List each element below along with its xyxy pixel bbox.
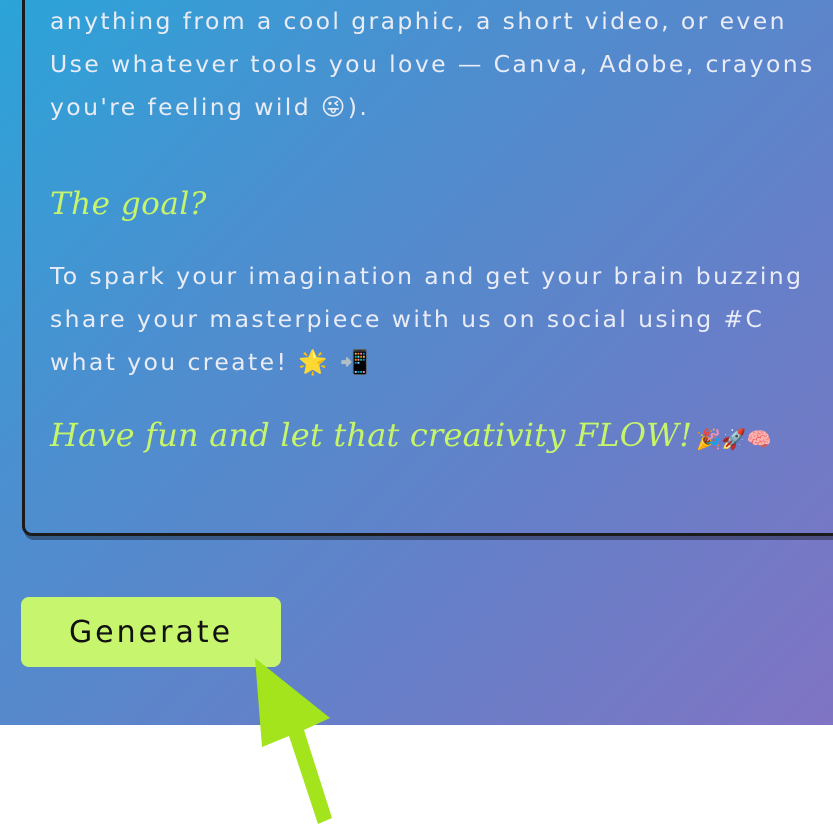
arrow-shape: [255, 658, 332, 824]
pointer-arrow-icon: [255, 658, 332, 824]
